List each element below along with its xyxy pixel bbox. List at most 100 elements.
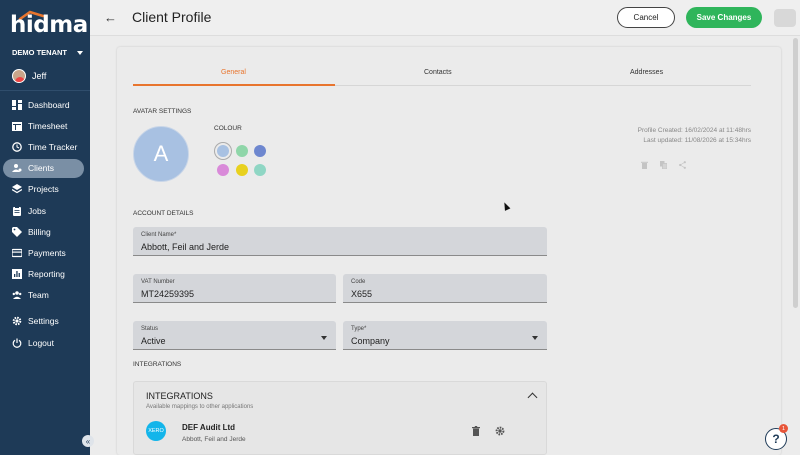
dashboard-icon [12,99,22,110]
gear-icon [12,317,22,326]
chevron-up-icon[interactable] [527,392,538,403]
user-profile[interactable]: Jeff [12,69,46,83]
clipboard-icon [13,205,21,216]
colour-swatch-teal[interactable] [254,164,266,176]
sidebar-item-label: Billing [28,226,51,237]
sidebar-item-dashboard[interactable]: Dashboard [0,94,90,115]
status-select[interactable]: Status Active [133,321,336,350]
logo-text: hidma [10,12,88,38]
colour-swatch-indigo[interactable] [254,145,266,157]
integration-name: DEF Audit Ltd [182,423,236,432]
vat-number-field[interactable]: VAT Number MT24259395 [133,274,336,303]
cancel-button[interactable]: Cancel [617,7,675,28]
colour-swatch-green[interactable] [236,145,248,157]
user-name: Jeff [32,71,47,81]
colour-swatch-blue[interactable] [217,145,229,157]
chart-icon [12,269,22,280]
card-icon [12,248,22,258]
profile-actions [641,161,686,169]
sidebar-item-label: Payments [28,247,66,258]
colour-swatch-yellow[interactable] [236,164,248,176]
timesheet-icon [12,121,22,131]
sidebar-item-reporting[interactable]: Reporting [0,264,90,285]
copy-icon[interactable] [660,161,667,169]
status-label: Status [141,326,159,332]
type-label: Type* [351,326,367,332]
profile-tabs: General Contacts Addresses [133,65,751,86]
sidebar-item-label: Jobs [28,205,46,216]
sidebar-item-label: Clients [28,163,54,174]
chevron-down-icon [321,336,327,340]
status-value: Active [141,336,166,346]
chevron-down-icon [532,336,538,340]
profile-meta: Profile Created: 16/02/2024 at 11:48hrs … [638,126,751,146]
sidebar-item-settings[interactable]: Settings [0,311,90,332]
sidebar-item-label: Reporting [28,269,65,280]
sidebar-item-clients[interactable]: Clients [0,158,90,179]
sidebar-item-label: Timesheet [28,120,68,131]
tab-contacts[interactable]: Contacts [424,69,452,76]
tab-general[interactable]: General [221,69,246,76]
sidebar-item-label: Time Tracker [28,141,78,152]
avatar-settings-label: AVATAR SETTINGS [133,108,192,115]
sidebar-item-label: Logout [28,337,54,348]
client-name-value: Abbott, Feil and Jerde [141,242,230,252]
sidebar-item-payments[interactable]: Payments [0,242,90,263]
sidebar-item-jobs[interactable]: Jobs [0,200,90,221]
client-name-label: Client Name* [141,232,177,238]
integrations-panel: INTEGRATIONS Available mappings to other… [133,381,547,455]
save-changes-button[interactable]: Save Changes [686,7,762,28]
page-scrollbar[interactable] [793,38,798,308]
sidebar-item-timesheet[interactable]: Timesheet [0,115,90,136]
chevron-down-icon [77,50,83,55]
trash-icon[interactable] [641,161,648,169]
sidebar-nav: Dashboard Timesheet Time Tracker Clients… [0,94,90,353]
integrations-label: INTEGRATIONS [133,361,182,368]
sidebar-item-logout[interactable]: Logout [0,332,90,353]
share-icon[interactable] [679,161,686,169]
page-header: ← Client Profile Cancel Save Changes [90,0,800,36]
integrations-panel-subtitle: Available mappings to other applications [146,404,254,410]
colour-label: COLOUR [214,125,242,132]
client-avatar: A [133,126,189,182]
header-menu-button[interactable] [774,9,796,27]
sidebar-divider [0,90,90,91]
profile-created: Profile Created: 16/02/2024 at 11:48hrs [637,127,751,134]
tenant-selector[interactable]: DEMO TENANT [12,48,83,57]
layers-icon [12,184,22,194]
account-details-label: ACCOUNT DETAILS [133,210,194,217]
tab-addresses[interactable]: Addresses [630,69,663,76]
colour-swatch-pink[interactable] [217,164,229,176]
avatar [12,69,26,83]
power-icon [12,338,22,348]
sidebar-item-label: Team [28,290,49,301]
code-field[interactable]: Code X655 [343,274,547,303]
sidebar-item-billing[interactable]: Billing [0,221,90,242]
type-select[interactable]: Type* Company [343,321,547,350]
active-tab-indicator [133,84,335,86]
trash-icon[interactable] [472,426,480,436]
sidebar-collapse-button[interactable]: « [82,435,94,447]
page-title: Client Profile [132,9,212,25]
client-name-field[interactable]: Client Name* Abbott, Feil and Jerde [133,227,547,256]
back-arrow-icon[interactable]: ← [104,10,117,25]
gear-icon[interactable] [495,426,505,436]
vat-number-value: MT24259395 [141,289,195,299]
sidebar-item-time-tracker[interactable]: Time Tracker [0,136,90,157]
xero-logo-icon: XERO [146,421,166,441]
team-icon [12,291,22,300]
type-value: Company [351,336,390,346]
sidebar-item-label: Settings [28,316,59,327]
sidebar-item-projects[interactable]: Projects [0,179,90,200]
vat-number-label: VAT Number [141,279,175,285]
tag-icon [12,226,22,237]
sidebar-item-team[interactable]: Team [0,285,90,306]
sidebar-item-label: Dashboard [28,99,70,110]
clock-icon [12,142,22,152]
client-profile-card: General Contacts Addresses AVATAR SETTIN… [117,47,781,455]
code-value: X655 [351,289,373,299]
tenant-name: DEMO TENANT [12,48,67,57]
hidma-logo[interactable]: hidma [10,8,88,38]
profile-updated: Last updated: 11/08/2026 at 15:34hrs [643,137,751,144]
integrations-panel-title: INTEGRATIONS [146,391,213,401]
